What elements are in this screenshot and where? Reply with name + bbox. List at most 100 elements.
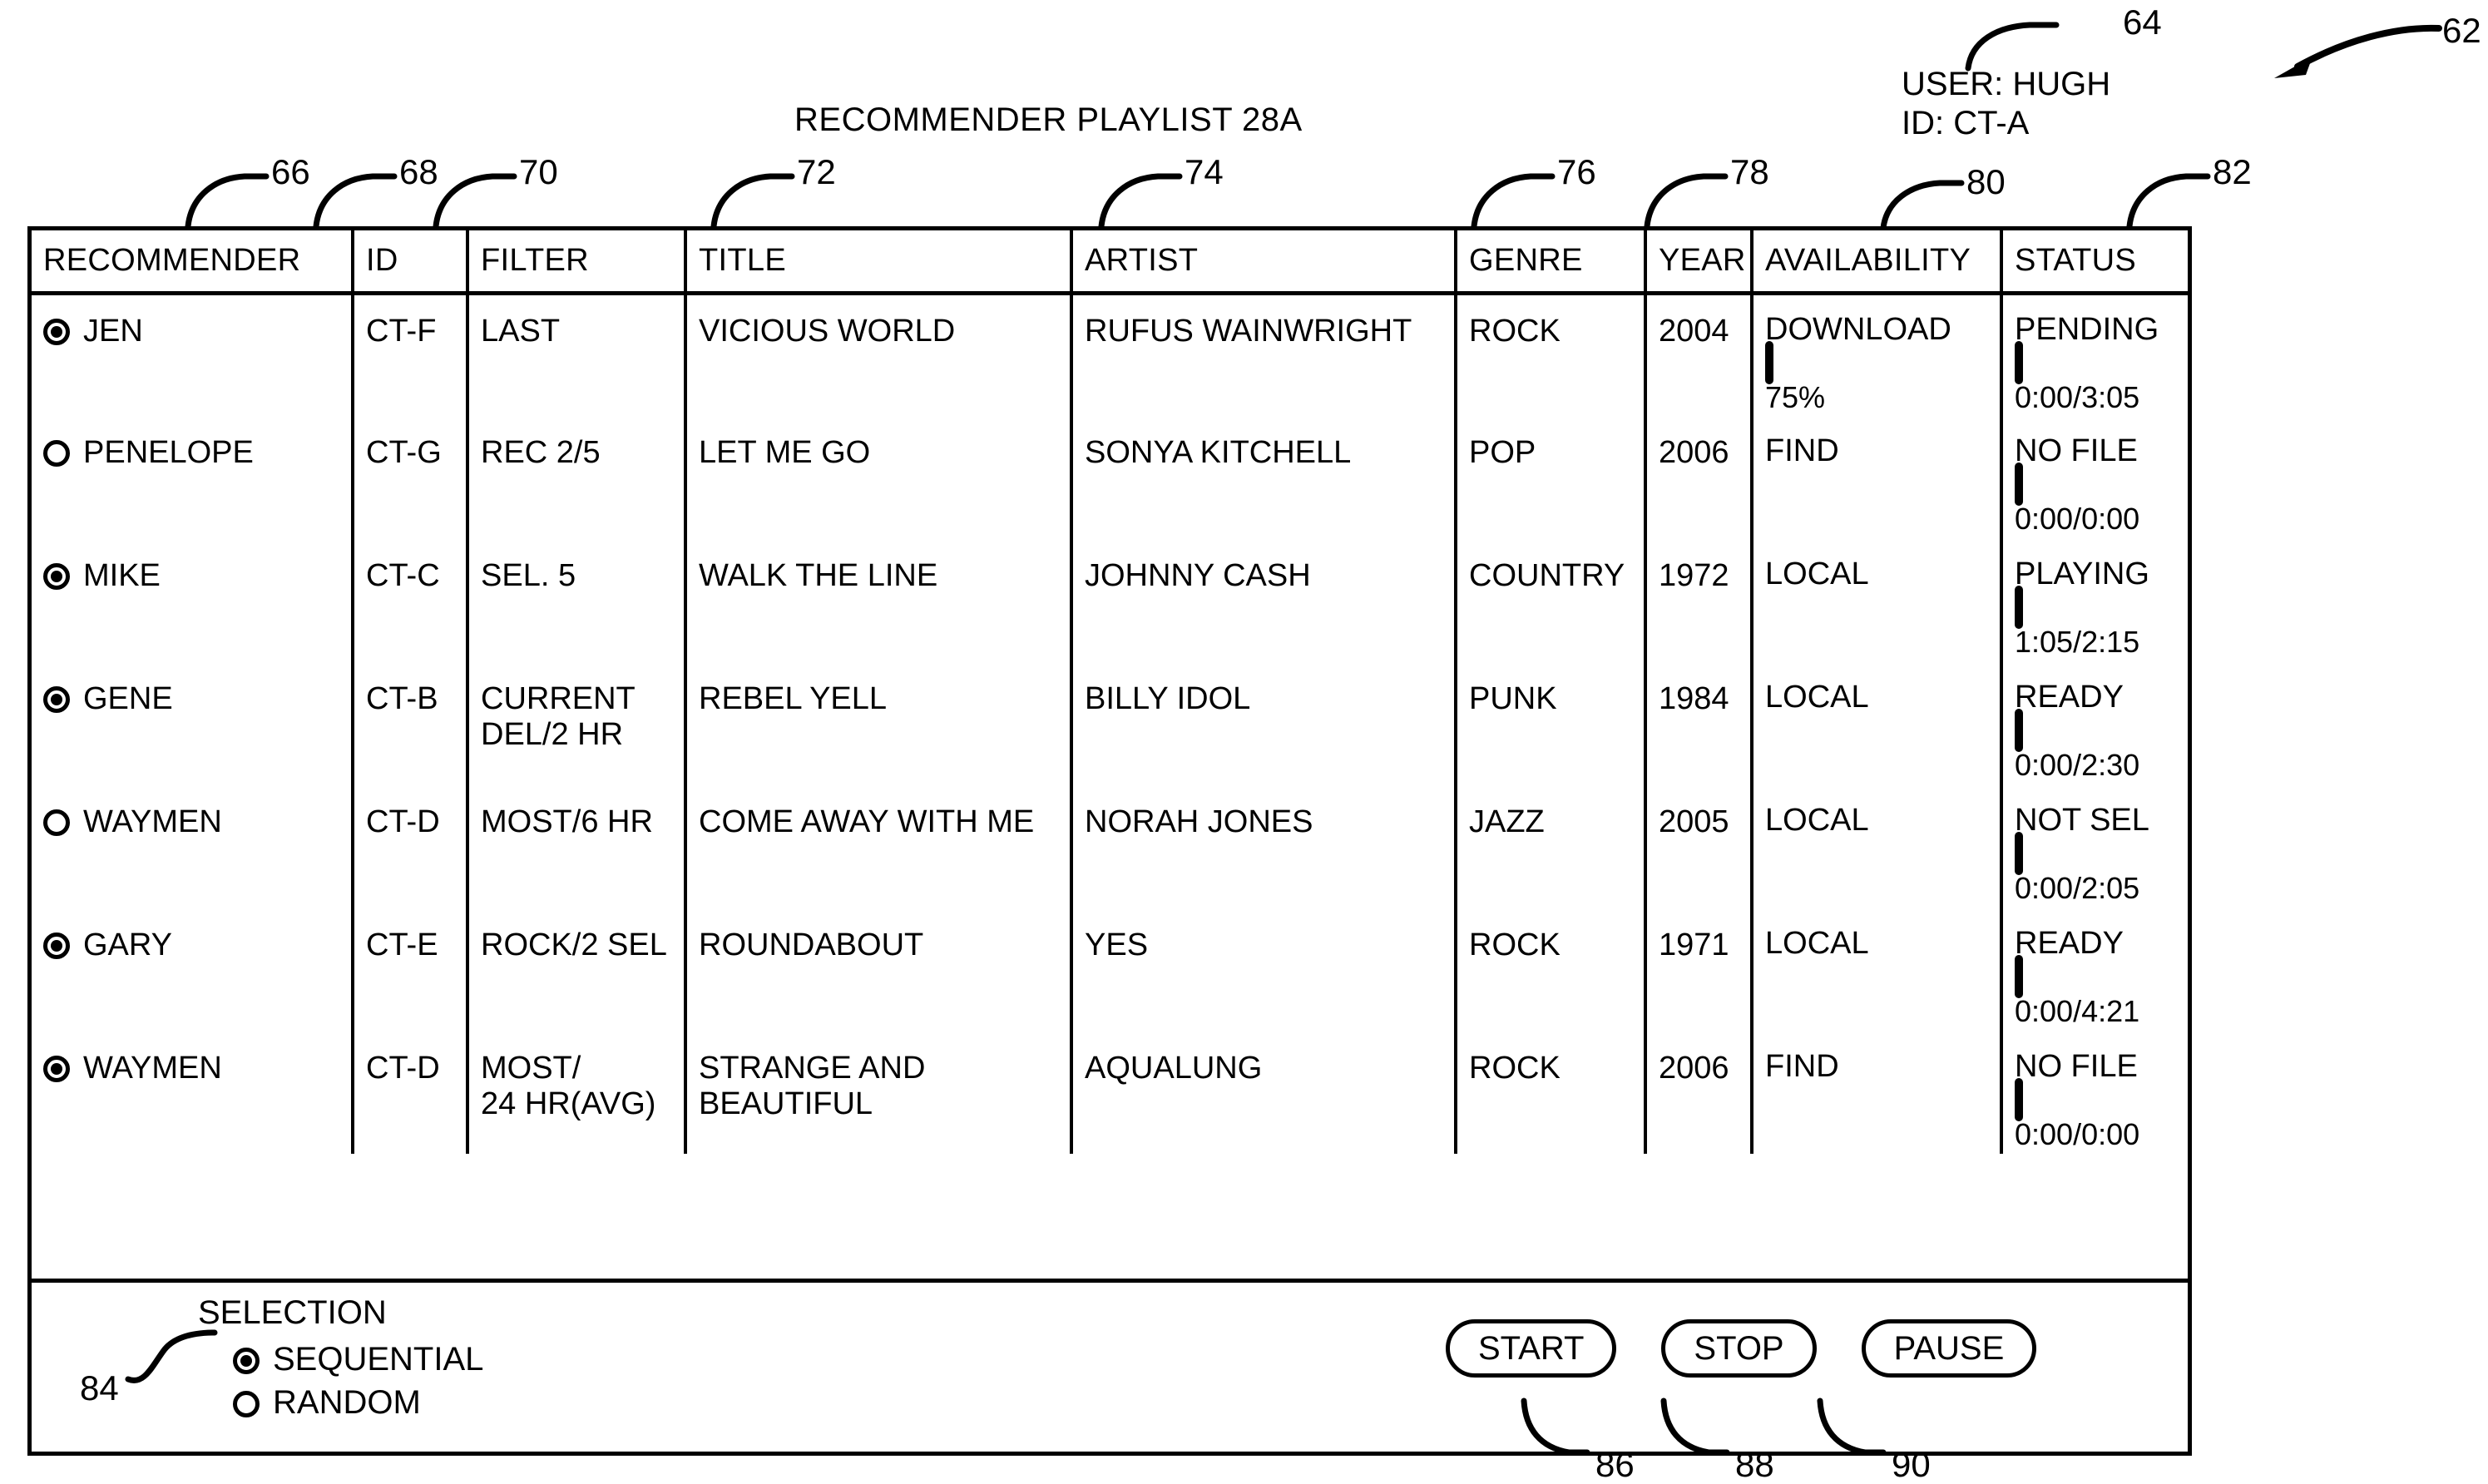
cell-year: 2004 xyxy=(1645,293,1753,417)
availability-label: LOCAL xyxy=(1765,925,1869,961)
cell-filter: LAST xyxy=(467,293,687,417)
pause-button[interactable]: PAUSE xyxy=(1861,1319,2037,1378)
radio-on-icon[interactable] xyxy=(43,319,70,345)
playback-time-label: 0:00/2:05 xyxy=(2015,870,2140,905)
cell-artist: YES xyxy=(1071,908,1457,1032)
cell-year: 1972 xyxy=(1645,539,1753,663)
cell-availability[interactable]: LOCAL xyxy=(1752,785,2003,909)
cell-genre: ROCK xyxy=(1456,293,1647,417)
playback-progress-bar xyxy=(2015,831,2023,875)
selection-title: SELECTION xyxy=(198,1294,387,1331)
playback-progress-bar xyxy=(2015,462,2023,506)
ref-num-78: 78 xyxy=(1730,152,1769,191)
cell-availability[interactable]: LOCAL xyxy=(1752,539,2003,663)
cell-year: 2006 xyxy=(1645,416,1753,540)
availability-label: LOCAL xyxy=(1765,556,1869,591)
cell-availability[interactable]: FIND xyxy=(1752,416,2003,540)
start-button[interactable]: START xyxy=(1446,1319,1617,1378)
radio-off-icon[interactable] xyxy=(233,1391,260,1417)
cell-filter: SEL. 5 xyxy=(467,539,687,663)
table-row[interactable]: PENELOPE CT-G REC 2/5 LET ME GO SONYA KITCHE… xyxy=(32,416,2188,540)
cell-genre: COUNTRY xyxy=(1456,539,1647,663)
ref-num-82: 82 xyxy=(2213,152,2252,191)
download-percent-label: 75% xyxy=(1765,380,1826,414)
cell-recommender[interactable]: WAYMEN xyxy=(32,785,354,909)
column-header-genre[interactable]: GENRE xyxy=(1456,230,1647,295)
cell-availability[interactable]: FIND xyxy=(1752,1031,2003,1154)
table-row[interactable]: MIKE CT-C SEL. 5 WALK THE LINE JOHNNY CASH CO… xyxy=(32,539,2188,663)
user-info-block: USER: HUGH ID: CT-A xyxy=(1902,65,2110,143)
recommender-name: PENELOPE xyxy=(83,434,254,470)
column-header-recommender[interactable]: RECOMMENDER xyxy=(32,230,354,295)
status-label: READY xyxy=(2015,679,2124,715)
playlist-window: RECOMMENDER ID FILTER TITLE ARTIST GENRE… xyxy=(27,226,2192,1456)
recommender-name: GARY xyxy=(83,927,173,962)
radio-on-icon[interactable] xyxy=(43,1055,70,1082)
column-header-id[interactable]: ID xyxy=(353,230,469,295)
status-label: PENDING xyxy=(2015,312,2159,347)
cell-recommender[interactable]: WAYMEN xyxy=(32,1031,354,1154)
cell-availability[interactable]: LOCAL xyxy=(1752,908,2003,1032)
ref-num-80: 80 xyxy=(1966,162,2006,201)
ref-num-74: 74 xyxy=(1185,152,1224,191)
cell-genre: POP xyxy=(1456,416,1647,540)
column-header-year[interactable]: YEAR xyxy=(1645,230,1753,295)
status-label: NOT SEL xyxy=(2015,802,2149,838)
cell-id: CT-F xyxy=(353,293,469,417)
radio-on-icon[interactable] xyxy=(43,685,70,713)
cell-recommender[interactable]: PENELOPE xyxy=(32,416,354,540)
cell-recommender[interactable]: JEN xyxy=(32,293,354,417)
column-header-title[interactable]: TITLE xyxy=(685,230,1073,295)
table-row[interactable]: GARY CT-E ROCK/2 SEL ROUNDABOUT YES ROCK 1971 L… xyxy=(32,908,2188,1032)
column-header-status[interactable]: STATUS xyxy=(2001,230,2188,295)
ref-num-72: 72 xyxy=(797,152,836,191)
radio-on-icon[interactable] xyxy=(43,562,70,590)
table-row[interactable]: WAYMEN CT-D MOST/6 HR COME AWAY WITH ME NORA… xyxy=(32,785,2188,909)
cell-availability[interactable]: DOWNLOAD 75% xyxy=(1752,293,2003,417)
cell-title: WALK THE LINE xyxy=(685,539,1073,663)
cell-year: 1984 xyxy=(1645,662,1753,786)
stop-button[interactable]: STOP xyxy=(1661,1319,1817,1378)
ref-num-68: 68 xyxy=(399,152,438,191)
table-header-row: RECOMMENDER ID FILTER TITLE ARTIST GENRE… xyxy=(32,230,2188,295)
cell-recommender[interactable]: GENE xyxy=(32,662,354,786)
column-header-filter[interactable]: FILTER xyxy=(467,230,687,295)
cell-recommender[interactable]: MIKE xyxy=(32,539,354,663)
column-header-artist[interactable]: ARTIST xyxy=(1071,230,1457,295)
cell-status: NO FILE 0:00/0:00 xyxy=(2001,417,2188,540)
selection-option-random[interactable]: RANDOM xyxy=(233,1386,483,1419)
playback-time-label: 0:00/0:00 xyxy=(2015,1116,2140,1151)
radio-off-icon[interactable] xyxy=(43,439,70,467)
recommender-name: WAYMEN xyxy=(83,1050,222,1086)
playback-time-label: 0:00/3:05 xyxy=(2015,380,2140,414)
cell-title: STRANGE AND BEAUTIFUL xyxy=(685,1031,1073,1154)
radio-off-icon[interactable] xyxy=(43,809,70,836)
leader-line-80 xyxy=(1880,180,1965,231)
recommender-name: GENE xyxy=(83,680,173,716)
user-id-line: ID: CT-A xyxy=(1902,105,2030,142)
status-label: READY xyxy=(2015,925,2124,961)
availability-label: FIND xyxy=(1765,433,1839,468)
cell-artist: RUFUS WAINWRIGHT xyxy=(1071,293,1457,417)
selection-option-sequential[interactable]: SEQUENTIAL xyxy=(233,1343,483,1376)
playlist-body: JEN CT-F LAST VICIOUS WORLD RUFUS WAINWRIGHT… xyxy=(32,293,2188,1154)
leader-line-66 xyxy=(185,173,270,230)
leader-line-78 xyxy=(1644,173,1729,230)
cell-filter: MOST/24 HR(AVG) xyxy=(467,1031,687,1154)
playlist-table: RECOMMENDER ID FILTER TITLE ARTIST GENRE… xyxy=(32,230,2188,1154)
recommender-name: JEN xyxy=(83,314,143,349)
selection-group: SELECTION SEQUENTIAL RANDOM xyxy=(198,1296,483,1429)
availability-label: DOWNLOAD xyxy=(1765,312,1951,347)
radio-on-icon[interactable] xyxy=(43,932,70,959)
cell-filter: REC 2/5 xyxy=(467,416,687,540)
column-header-availability[interactable]: AVAILABILITY xyxy=(1752,230,2003,295)
table-row[interactable]: JEN CT-F LAST VICIOUS WORLD RUFUS WAINWRIGHT… xyxy=(32,293,2188,417)
cell-availability[interactable]: LOCAL xyxy=(1752,662,2003,786)
leader-arrow-62 xyxy=(2274,24,2442,78)
radio-on-icon[interactable] xyxy=(233,1348,260,1374)
cell-id: CT-B xyxy=(353,662,469,786)
table-row[interactable]: GENE CT-B CURRENT DEL/2 HR REBEL YELL BILLY I… xyxy=(32,662,2188,786)
table-row[interactable]: WAYMEN CT-D MOST/24 HR(AVG) STRANGE AND BEAU… xyxy=(32,1031,2188,1154)
cell-recommender[interactable]: GARY xyxy=(32,908,354,1032)
cell-year: 1971 xyxy=(1645,908,1753,1032)
